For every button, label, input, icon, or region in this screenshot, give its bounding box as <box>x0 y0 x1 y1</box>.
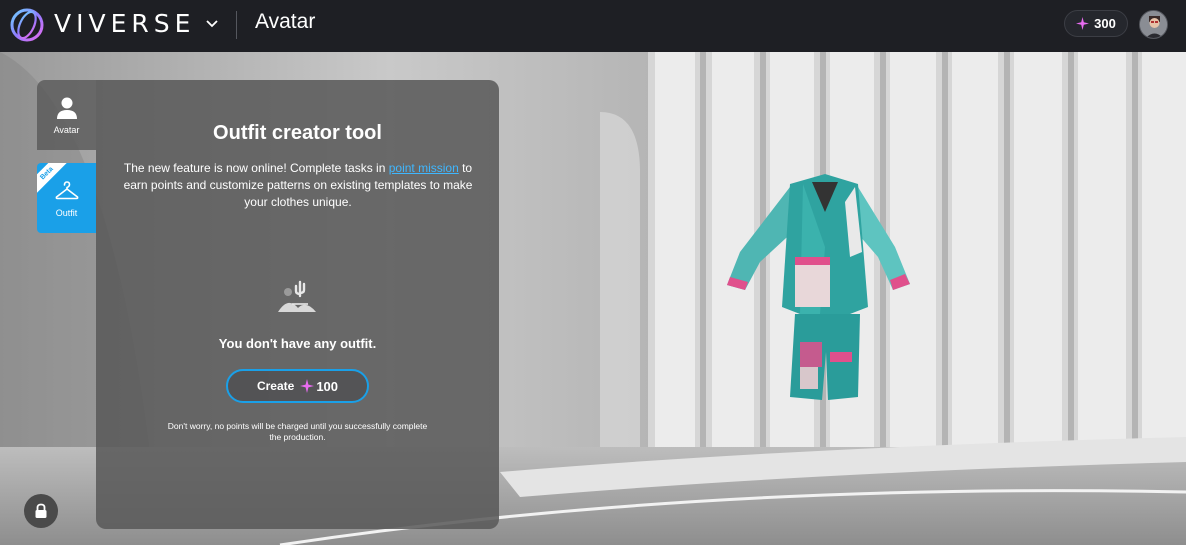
empty-wardrobe-icon <box>278 280 316 312</box>
points-value: 300 <box>1094 16 1116 31</box>
top-bar: VIVERSE Avatar 300 <box>0 0 1186 52</box>
create-cost: 100 <box>300 379 338 394</box>
create-cost-value: 100 <box>316 378 339 394</box>
points-footnote: Don't worry, no points will be charged u… <box>167 421 428 442</box>
tab-avatar-label: Avatar <box>53 125 80 135</box>
outfit-creator-panel: Outfit creator tool The new feature is n… <box>96 80 499 529</box>
points-balance[interactable]: 300 <box>1064 10 1128 37</box>
profile-avatar-image <box>1140 11 1167 38</box>
brand-name[interactable]: VIVERSE <box>54 9 195 38</box>
create-button-label: Create <box>256 379 295 393</box>
lock-icon <box>35 503 47 518</box>
page-title: Avatar <box>255 10 316 33</box>
profile-avatar-icon[interactable] <box>1139 10 1168 39</box>
viverse-logo-icon[interactable] <box>9 7 45 43</box>
panel-title: Outfit creator tool <box>213 122 382 144</box>
person-icon <box>56 97 77 119</box>
description-text-start: The new feature is now online! Complete … <box>123 161 389 175</box>
header-divider <box>236 11 237 39</box>
hanger-icon <box>55 181 78 200</box>
lock-camera-button[interactable] <box>24 494 58 528</box>
tab-outfit[interactable]: Beta Outfit <box>37 163 96 233</box>
chevron-down-icon[interactable] <box>205 16 219 30</box>
sparkle-points-icon <box>300 379 315 393</box>
panel-description: The new feature is now online! Complete … <box>118 160 478 211</box>
create-outfit-button[interactable]: Create 100 <box>226 369 369 403</box>
point-mission-link[interactable]: point mission <box>389 161 459 175</box>
tab-avatar[interactable]: Avatar <box>37 80 96 150</box>
sparkle-points-icon <box>1076 17 1090 30</box>
tab-outfit-label: Outfit <box>55 208 78 218</box>
empty-state-message: You don't have any outfit. <box>218 336 377 351</box>
